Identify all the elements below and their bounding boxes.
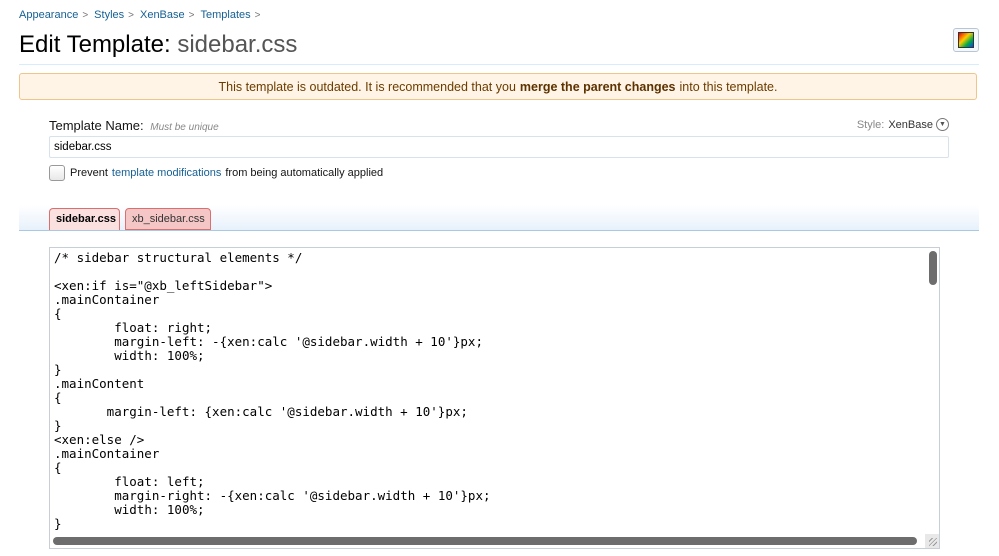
- template-name-label: Template Name:: [49, 118, 144, 133]
- template-name-hint: Must be unique: [150, 122, 219, 133]
- template-name-label-row: Template Name: Must be unique Style: Xen…: [49, 118, 949, 134]
- tab-xb-sidebar-css[interactable]: xb_sidebar.css: [125, 208, 211, 230]
- template-name-input[interactable]: [49, 136, 949, 158]
- chevron-down-icon[interactable]: ▼: [936, 118, 949, 131]
- page-title: Edit Template: sidebar.css: [19, 31, 979, 59]
- template-modifications-link[interactable]: template modifications: [112, 167, 221, 179]
- prevent-modifications-row: Prevent template modifications from bein…: [49, 165, 949, 181]
- breadcrumb-item-xenbase[interactable]: XenBase >: [140, 9, 195, 21]
- vertical-scrollbar[interactable]: [929, 251, 937, 285]
- style-value: XenBase: [888, 118, 933, 131]
- tab-sidebar-css[interactable]: sidebar.css: [49, 208, 120, 230]
- page-title-template-name: sidebar.css: [177, 31, 298, 58]
- breadcrumb-item-styles[interactable]: Styles >: [94, 9, 134, 21]
- template-tabs: sidebar.css xb_sidebar.css: [19, 205, 979, 231]
- breadcrumb-label: Templates: [200, 9, 251, 21]
- breadcrumb-item-templates[interactable]: Templates >: [200, 9, 260, 21]
- notice-text-after: into this template.: [679, 79, 778, 94]
- breadcrumb-label: Styles: [94, 9, 125, 21]
- breadcrumb-separator: >: [82, 10, 89, 21]
- outdated-template-notice: This template is outdated. It is recomme…: [19, 73, 977, 100]
- breadcrumb-separator: >: [254, 10, 261, 21]
- template-form: Template Name: Must be unique Style: Xen…: [49, 118, 949, 181]
- resize-grip-icon[interactable]: [925, 534, 939, 548]
- breadcrumb: Appearance > Styles > XenBase > Templates >: [19, 9, 266, 21]
- style-chooser-button[interactable]: [953, 28, 979, 52]
- checkbox-label-before: Prevent: [70, 167, 108, 179]
- page-title-prefix: Edit Template:: [19, 31, 171, 58]
- merge-parent-changes-link[interactable]: merge the parent changes: [520, 80, 676, 94]
- breadcrumb-item-appearance[interactable]: Appearance >: [19, 9, 88, 21]
- horizontal-scrollbar[interactable]: [53, 537, 917, 545]
- breadcrumb-separator: >: [128, 10, 134, 21]
- code-content[interactable]: /* sidebar structural elements */ <xen:i…: [50, 248, 939, 531]
- template-code-editor[interactable]: /* sidebar structural elements */ <xen:i…: [49, 247, 940, 549]
- page-title-row: Edit Template: sidebar.css: [19, 28, 979, 65]
- style-label: Style:: [856, 118, 885, 131]
- breadcrumb-separator: >: [188, 10, 195, 21]
- checkbox-label-after: from being automatically applied: [225, 167, 384, 179]
- prevent-modifications-checkbox[interactable]: [49, 165, 65, 181]
- style-selector[interactable]: Style: XenBase ▼: [857, 118, 949, 131]
- notice-text-before: This template is outdated. It is recomme…: [218, 79, 516, 94]
- color-palette-icon: [958, 32, 974, 48]
- breadcrumb-label: XenBase: [139, 9, 185, 21]
- breadcrumb-label: Appearance: [19, 9, 79, 21]
